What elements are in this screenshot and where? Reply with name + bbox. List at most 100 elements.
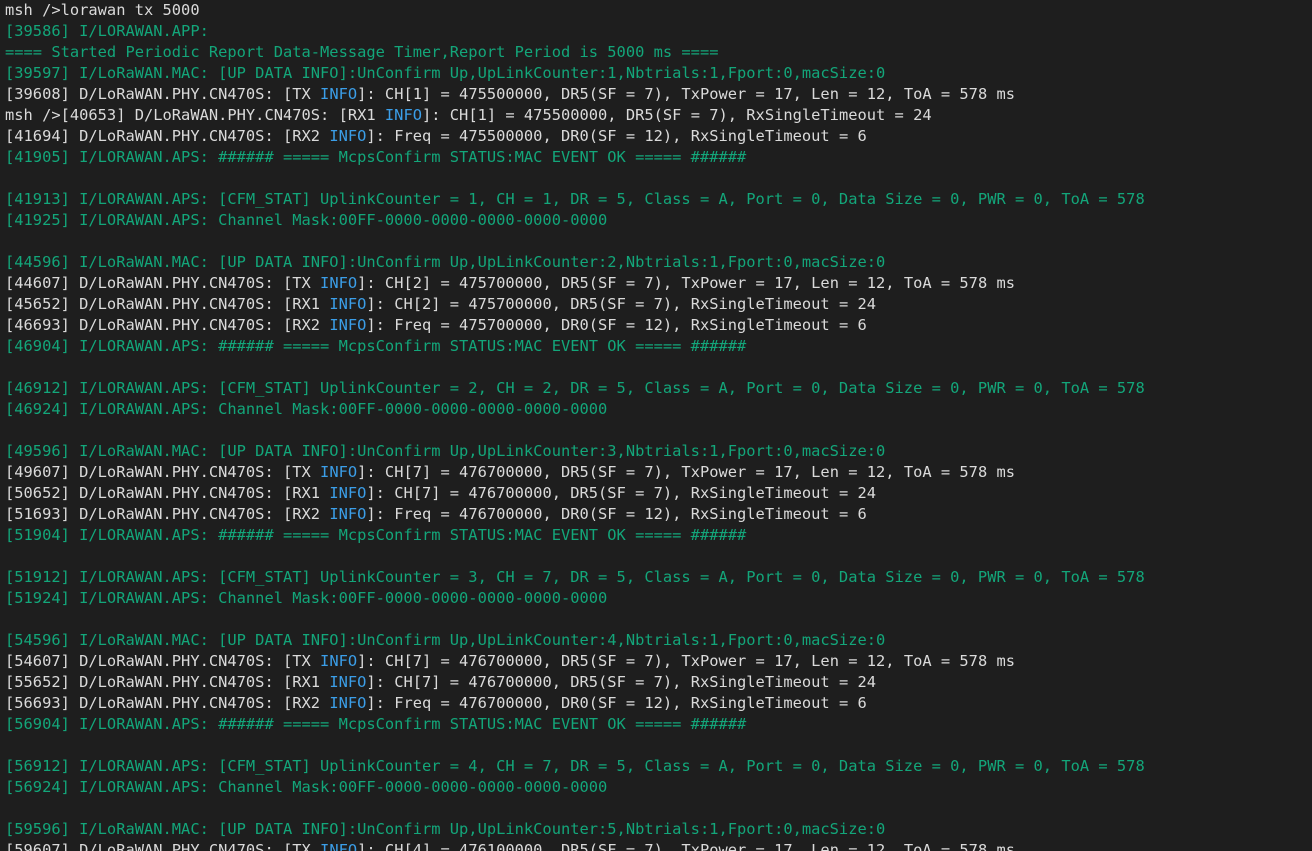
terminal-line: [54596] I/LoRaWAN.MAC: [UP DATA INFO]:Un… bbox=[5, 630, 1312, 651]
info-tag: INFO bbox=[329, 673, 367, 691]
terminal-line: [55652] D/LoRaWAN.PHY.CN470S: [RX1 INFO]… bbox=[5, 672, 1312, 693]
log-text: ]: CH[2] = 475700000, DR5(SF = 7), RxSin… bbox=[366, 295, 877, 313]
log-text: ]: CH[7] = 476700000, DR5(SF = 7), RxSin… bbox=[366, 673, 877, 691]
terminal-line: [45652] D/LoRaWAN.PHY.CN470S: [RX1 INFO]… bbox=[5, 294, 1312, 315]
log-text: [56904] I/LORAWAN.APS: ###### ===== Mcps… bbox=[5, 715, 747, 733]
info-tag: INFO bbox=[329, 295, 367, 313]
terminal-line: [46693] D/LoRaWAN.PHY.CN470S: [RX2 INFO]… bbox=[5, 315, 1312, 336]
log-text: [56924] I/LORAWAN.APS: Channel Mask:00FF… bbox=[5, 778, 608, 796]
log-text: [56912] I/LORAWAN.APS: [CFM_STAT] Uplink… bbox=[5, 757, 1145, 775]
terminal-line: [41694] D/LoRaWAN.PHY.CN470S: [RX2 INFO]… bbox=[5, 126, 1312, 147]
terminal-line: [39608] D/LoRaWAN.PHY.CN470S: [TX INFO]:… bbox=[5, 84, 1312, 105]
log-text: [55652] D/LoRaWAN.PHY.CN470S: [RX1 bbox=[5, 673, 330, 691]
terminal-line: msh />lorawan tx 5000 bbox=[5, 0, 1312, 21]
terminal-line: [56904] I/LORAWAN.APS: ###### ===== Mcps… bbox=[5, 714, 1312, 735]
terminal-line: [46924] I/LORAWAN.APS: Channel Mask:00FF… bbox=[5, 399, 1312, 420]
terminal-line: [51693] D/LoRaWAN.PHY.CN470S: [RX2 INFO]… bbox=[5, 504, 1312, 525]
log-text: [39597] I/LoRaWAN.MAC: [UP DATA INFO]:Un… bbox=[5, 64, 886, 82]
log-text: [41905] I/LORAWAN.APS: ###### ===== Mcps… bbox=[5, 148, 747, 166]
log-text: [49607] D/LoRaWAN.PHY.CN470S: [TX bbox=[5, 463, 321, 481]
log-text: [54596] I/LoRaWAN.MAC: [UP DATA INFO]:Un… bbox=[5, 631, 886, 649]
terminal-line: [56924] I/LORAWAN.APS: Channel Mask:00FF… bbox=[5, 777, 1312, 798]
terminal-line: [41905] I/LORAWAN.APS: ###### ===== Mcps… bbox=[5, 147, 1312, 168]
log-text: [51912] I/LORAWAN.APS: [CFM_STAT] Uplink… bbox=[5, 568, 1145, 586]
log-text: [50652] D/LoRaWAN.PHY.CN470S: [RX1 bbox=[5, 484, 330, 502]
terminal-line: [39586] I/LORAWAN.APP: bbox=[5, 21, 1312, 42]
info-tag: INFO bbox=[320, 274, 358, 292]
terminal-line: [50652] D/LoRaWAN.PHY.CN470S: [RX1 INFO]… bbox=[5, 483, 1312, 504]
terminal-line: [49596] I/LoRaWAN.MAC: [UP DATA INFO]:Un… bbox=[5, 441, 1312, 462]
log-text: ==== Started Periodic Report Data-Messag… bbox=[5, 43, 719, 61]
log-text: [59607] D/LoRaWAN.PHY.CN470S: [TX bbox=[5, 841, 321, 851]
terminal-line: [46912] I/LORAWAN.APS: [CFM_STAT] Uplink… bbox=[5, 378, 1312, 399]
info-tag: INFO bbox=[329, 127, 367, 145]
log-text: [44596] I/LoRaWAN.MAC: [UP DATA INFO]:Un… bbox=[5, 253, 886, 271]
terminal-line: [41925] I/LORAWAN.APS: Channel Mask:00FF… bbox=[5, 210, 1312, 231]
terminal-line: [59607] D/LoRaWAN.PHY.CN470S: [TX INFO]:… bbox=[5, 840, 1312, 851]
terminal-line: [49607] D/LoRaWAN.PHY.CN470S: [TX INFO]:… bbox=[5, 462, 1312, 483]
log-text: [51693] D/LoRaWAN.PHY.CN470S: [RX2 bbox=[5, 505, 330, 523]
terminal-line: [54607] D/LoRaWAN.PHY.CN470S: [TX INFO]:… bbox=[5, 651, 1312, 672]
log-text: ]: CH[7] = 476700000, DR5(SF = 7), TxPow… bbox=[357, 652, 1016, 670]
terminal-line: [51904] I/LORAWAN.APS: ###### ===== Mcps… bbox=[5, 525, 1312, 546]
log-text: [59596] I/LoRaWAN.MAC: [UP DATA INFO]:Un… bbox=[5, 820, 886, 838]
log-text: ]: CH[7] = 476700000, DR5(SF = 7), TxPow… bbox=[357, 463, 1016, 481]
info-tag: INFO bbox=[320, 463, 358, 481]
terminal-line: [44596] I/LoRaWAN.MAC: [UP DATA INFO]:Un… bbox=[5, 252, 1312, 273]
log-text: [41694] D/LoRaWAN.PHY.CN470S: [RX2 bbox=[5, 127, 330, 145]
log-text: [49596] I/LoRaWAN.MAC: [UP DATA INFO]:Un… bbox=[5, 442, 886, 460]
log-text: [41925] I/LORAWAN.APS: Channel Mask:00FF… bbox=[5, 211, 608, 229]
log-text: ]: CH[1] = 475500000, DR5(SF = 7), RxSin… bbox=[421, 106, 932, 124]
info-tag: INFO bbox=[320, 652, 358, 670]
log-text: [54607] D/LoRaWAN.PHY.CN470S: [TX bbox=[5, 652, 321, 670]
log-text: [46924] I/LORAWAN.APS: Channel Mask:00FF… bbox=[5, 400, 608, 418]
log-text: ]: Freq = 476700000, DR0(SF = 12), RxSin… bbox=[366, 694, 867, 712]
log-text: [45652] D/LoRaWAN.PHY.CN470S: [RX1 bbox=[5, 295, 330, 313]
terminal-line: [51924] I/LORAWAN.APS: Channel Mask:00FF… bbox=[5, 588, 1312, 609]
terminal-line: ==== Started Periodic Report Data-Messag… bbox=[5, 42, 1312, 63]
log-text: [39586] I/LORAWAN.APP: bbox=[5, 22, 209, 40]
log-text: ]: Freq = 475500000, DR0(SF = 12), RxSin… bbox=[366, 127, 867, 145]
info-tag: INFO bbox=[329, 505, 367, 523]
terminal-line: [44607] D/LoRaWAN.PHY.CN470S: [TX INFO]:… bbox=[5, 273, 1312, 294]
info-tag: INFO bbox=[320, 85, 358, 103]
log-text: ]: CH[4] = 476100000, DR5(SF = 7), TxPow… bbox=[357, 841, 1016, 851]
log-text: ]: Freq = 476700000, DR0(SF = 12), RxSin… bbox=[366, 505, 867, 523]
log-text: [51904] I/LORAWAN.APS: ###### ===== Mcps… bbox=[5, 526, 747, 544]
info-tag: INFO bbox=[329, 484, 367, 502]
log-text: [46912] I/LORAWAN.APS: [CFM_STAT] Uplink… bbox=[5, 379, 1145, 397]
log-text: [46693] D/LoRaWAN.PHY.CN470S: [RX2 bbox=[5, 316, 330, 334]
terminal-line: [56912] I/LORAWAN.APS: [CFM_STAT] Uplink… bbox=[5, 756, 1312, 777]
terminal-output[interactable]: msh />lorawan tx 5000 [39586] I/LORAWAN.A… bbox=[0, 0, 1312, 851]
log-text: [41913] I/LORAWAN.APS: [CFM_STAT] Uplink… bbox=[5, 190, 1145, 208]
terminal-line: [46904] I/LORAWAN.APS: ###### ===== Mcps… bbox=[5, 336, 1312, 357]
info-tag: INFO bbox=[384, 106, 422, 124]
terminal-line: [39597] I/LoRaWAN.MAC: [UP DATA INFO]:Un… bbox=[5, 63, 1312, 84]
log-text: [51924] I/LORAWAN.APS: Channel Mask:00FF… bbox=[5, 589, 608, 607]
log-text: ]: CH[7] = 476700000, DR5(SF = 7), RxSin… bbox=[366, 484, 877, 502]
log-text: [39608] D/LoRaWAN.PHY.CN470S: [TX bbox=[5, 85, 321, 103]
terminal-line: [56693] D/LoRaWAN.PHY.CN470S: [RX2 INFO]… bbox=[5, 693, 1312, 714]
terminal-line: [51912] I/LORAWAN.APS: [CFM_STAT] Uplink… bbox=[5, 567, 1312, 588]
log-text: [46904] I/LORAWAN.APS: ###### ===== Mcps… bbox=[5, 337, 747, 355]
log-text: ]: CH[1] = 475500000, DR5(SF = 7), TxPow… bbox=[357, 85, 1016, 103]
terminal-line: [59596] I/LoRaWAN.MAC: [UP DATA INFO]:Un… bbox=[5, 819, 1312, 840]
terminal-line: msh />[40653] D/LoRaWAN.PHY.CN470S: [RX1… bbox=[5, 105, 1312, 126]
log-text: ]: Freq = 475700000, DR0(SF = 12), RxSin… bbox=[366, 316, 867, 334]
info-tag: INFO bbox=[329, 316, 367, 334]
log-text: msh />[40653] D/LoRaWAN.PHY.CN470S: [RX1 bbox=[5, 106, 385, 124]
log-text: [56693] D/LoRaWAN.PHY.CN470S: [RX2 bbox=[5, 694, 330, 712]
terminal-line: [41913] I/LORAWAN.APS: [CFM_STAT] Uplink… bbox=[5, 189, 1312, 210]
log-text: ]: CH[2] = 475700000, DR5(SF = 7), TxPow… bbox=[357, 274, 1016, 292]
log-text: msh />lorawan tx 5000 bbox=[5, 1, 200, 19]
info-tag: INFO bbox=[329, 694, 367, 712]
info-tag: INFO bbox=[320, 841, 358, 851]
